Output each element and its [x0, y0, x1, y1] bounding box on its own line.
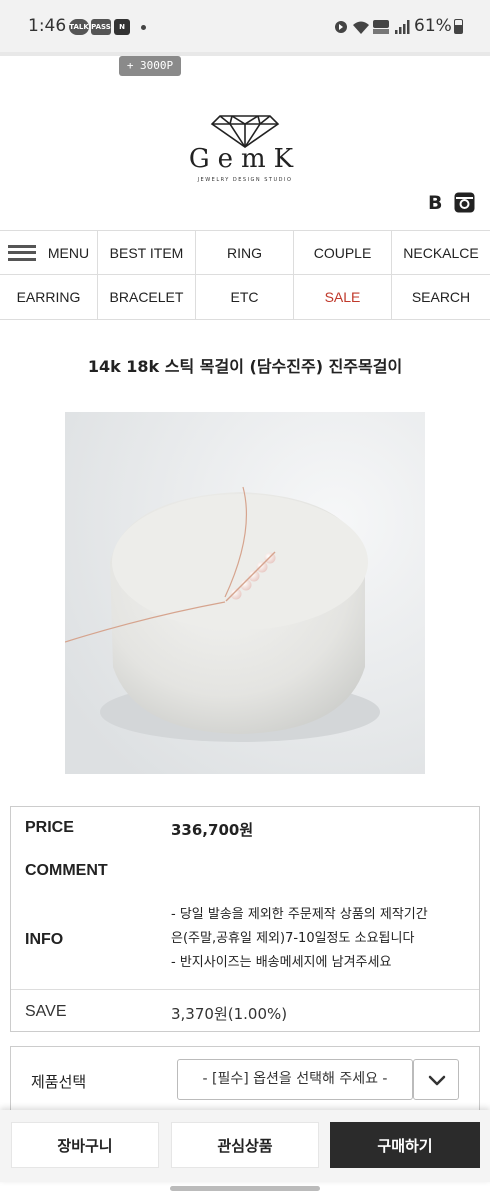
product-photo — [65, 412, 425, 774]
n-notification-icon: N — [114, 19, 130, 35]
option-box: 제품선택 - [필수] 옵션을 선택해 주세요 - — [10, 1046, 480, 1116]
info-line: - 당일 발송을 제외한 주문제작 상품의 제작기간 — [171, 907, 428, 922]
divider — [11, 989, 479, 990]
brand-name: GemK — [188, 144, 302, 174]
price-label: PRICE — [25, 819, 74, 836]
divider — [0, 52, 490, 56]
hd-voice-icon — [373, 20, 389, 34]
option-label: 제품선택 — [31, 1073, 87, 1091]
nav-bracelet[interactable]: BRACELET — [98, 275, 196, 319]
nav-best-item[interactable]: BEST ITEM — [98, 231, 196, 275]
status-bar: 1:46 TALK PASS N 61% — [0, 0, 490, 56]
battery-icon — [454, 19, 463, 34]
points-badge[interactable]: + 3000P — [119, 56, 181, 76]
talk-notification-icon: TALK — [69, 19, 89, 35]
signal-icon — [395, 20, 410, 34]
info-label: INFO — [25, 931, 64, 948]
nav-search[interactable]: SEARCH — [392, 275, 490, 319]
bottom-action-bar: 장바구니 관심상품 구매하기 — [0, 1110, 490, 1182]
data-saver-icon — [335, 21, 347, 33]
product-info-box: PRICE 336,700원 COMMENT INFO - 당일 발송을 제외한… — [10, 806, 480, 1032]
instagram-icon[interactable] — [454, 192, 475, 213]
battery-percent: 61% — [414, 16, 452, 36]
category-nav: MENU BEST ITEM RING COUPLE NECKALCE EARR… — [0, 230, 490, 320]
wishlist-button[interactable]: 관심상품 — [171, 1122, 319, 1168]
comment-label: COMMENT — [25, 862, 108, 879]
info-line: 은(주말,공휴일 제외)7-10일정도 소요됩니다 — [171, 931, 415, 946]
menu-label: MENU — [47, 244, 90, 261]
nav-sale[interactable]: SALE — [294, 275, 392, 319]
info-line: - 반지사이즈는 배송메세지에 남겨주세요 — [171, 955, 392, 970]
blog-icon[interactable]: B — [428, 194, 444, 213]
nav-couple[interactable]: COUPLE — [294, 231, 392, 275]
more-notifications-icon — [141, 25, 146, 30]
pass-notification-icon: PASS — [91, 19, 111, 35]
nav-necklace[interactable]: NECKALCE — [392, 231, 490, 275]
product-title: 14k 18k 스틱 목걸이 (담수진주) 진주목걸이 — [87, 357, 403, 376]
brand-logo[interactable]: GemK JEWELRY DESIGN STUDIO — [175, 108, 315, 188]
status-time: 1:46 — [28, 16, 67, 36]
add-to-cart-button[interactable]: 장바구니 — [11, 1122, 159, 1168]
option-select[interactable]: - [필수] 옵션을 선택해 주세요 - — [177, 1059, 413, 1100]
save-label: SAVE — [25, 1003, 67, 1020]
product-image[interactable] — [65, 412, 425, 774]
home-indicator[interactable] — [170, 1186, 320, 1191]
price-value: 336,700원 — [171, 821, 254, 839]
hamburger-icon — [7, 244, 36, 261]
wifi-icon — [353, 21, 369, 34]
menu-button[interactable]: MENU — [0, 231, 98, 275]
brand-tagline: JEWELRY DESIGN STUDIO — [197, 177, 293, 183]
info-text: - 당일 발송을 제외한 주문제작 상품의 제작기간 은(주말,공휴일 제외)7… — [171, 903, 471, 975]
nav-etc[interactable]: ETC — [196, 275, 294, 319]
nav-earring[interactable]: EARRING — [0, 275, 98, 319]
diamond-icon — [210, 115, 280, 148]
option-dropdown-button[interactable] — [413, 1059, 459, 1100]
nav-ring[interactable]: RING — [196, 231, 294, 275]
buy-now-button[interactable]: 구매하기 — [330, 1122, 480, 1168]
save-value: 3,370원(1.00%) — [171, 1005, 288, 1023]
chevron-down-icon — [428, 1075, 446, 1086]
